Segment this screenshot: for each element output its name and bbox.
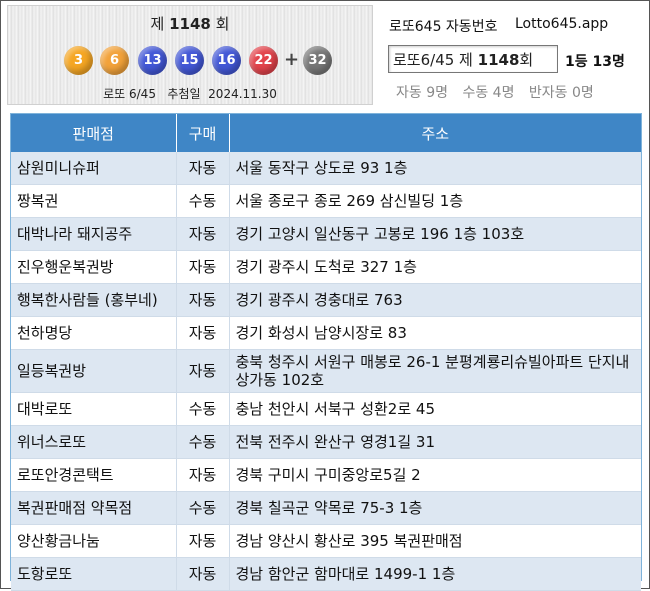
- number-ball: 3: [64, 46, 93, 75]
- draw-date-line: 로또 6/45 추첨일 2024.11.30: [8, 85, 372, 102]
- store-address: 서울 종로구 종로 269 삼신빌딩 1층: [229, 184, 641, 218]
- number-ball: 22: [249, 46, 278, 75]
- round-select-field[interactable]: 로또6/45 제 1148회: [388, 45, 558, 73]
- column-header-type: 구매: [176, 114, 230, 152]
- store-name: 대박로또: [11, 392, 177, 426]
- store-address: 충북 청주시 서원구 매봉로 26-1 분평계룡리슈빌아파트 단지내 상가동 1…: [229, 349, 641, 393]
- store-address: 경기 화성시 남양시장로 83: [229, 316, 641, 350]
- number-ball: 13: [138, 46, 167, 75]
- number-ball: 16: [212, 46, 241, 75]
- round-prefix: 제: [150, 15, 165, 33]
- store-address: 경북 칠곡군 약목로 75-3 1층: [229, 491, 641, 525]
- store-name: 천하명당: [11, 316, 177, 350]
- table-row[interactable]: 일등복권방 자동 충북 청주시 서원구 매봉로 26-1 분평계룡리슈빌아파트 …: [11, 349, 641, 393]
- table-row[interactable]: 복권판매점 약목점 수동 경북 칠곡군 약목로 75-3 1층: [11, 491, 641, 525]
- store-name: 삼원미니슈퍼: [11, 152, 177, 185]
- app-title: 로또645 자동번호: [389, 19, 498, 35]
- plus-sign: +: [284, 49, 300, 70]
- store-name: 도항로또: [11, 557, 177, 591]
- store-name: 양산황금나눔: [11, 524, 177, 558]
- store-address: 충남 천안시 서북구 성환2로 45: [229, 392, 641, 426]
- store-address: 경남 양산시 황산로 395 복권판매점: [229, 524, 641, 558]
- manual-count: 수동 4명: [462, 85, 515, 101]
- purchase-type: 자동: [176, 349, 230, 393]
- store-address: 서울 동작구 상도로 93 1층: [229, 152, 641, 185]
- purchase-type: 자동: [176, 152, 230, 185]
- table-header-row: 판매점 구매 주소: [11, 114, 641, 152]
- winner-store-table: 판매점 구매 주소 삼원미니슈퍼 자동 서울 동작구 상도로 93 1층 짱복권…: [10, 113, 642, 591]
- draw-result-panel: 제 1148 회 3 6 13 15 16 22 + 32 로또 6/45 추첨…: [7, 5, 373, 105]
- round-field-prefix: 로또6/45 제: [393, 51, 473, 69]
- store-address: 경기 광주시 도척로 327 1층: [229, 250, 641, 284]
- store-name: 복권판매점 약목점: [11, 491, 177, 525]
- purchase-type: 자동: [176, 458, 230, 492]
- first-prize-count: 1등 13명: [565, 54, 625, 70]
- table-row[interactable]: 대박로또 수동 충남 천안시 서북구 성환2로 45: [11, 392, 641, 426]
- store-address: 경기 고양시 일산동구 고봉로 196 1층 103호: [229, 217, 641, 251]
- draw-round-title: 제 1148 회: [8, 13, 372, 34]
- column-header-address: 주소: [229, 114, 641, 152]
- purchase-type: 자동: [176, 250, 230, 284]
- table-row[interactable]: 짱복권 수동 서울 종로구 종로 269 삼신빌딩 1층: [11, 184, 641, 218]
- round-field-suffix: 회: [519, 51, 534, 69]
- purchase-type: 자동: [176, 283, 230, 317]
- purchase-type: 자동: [176, 557, 230, 591]
- purchase-type: 자동: [176, 217, 230, 251]
- store-address: 전북 전주시 완산구 영경1길 31: [229, 425, 641, 459]
- table-row[interactable]: 삼원미니슈퍼 자동 서울 동작구 상도로 93 1층: [11, 152, 641, 185]
- table-row[interactable]: 천하명당 자동 경기 화성시 남양시장로 83: [11, 316, 641, 350]
- store-name: 로또안경콘택트: [11, 458, 177, 492]
- store-name: 행복한사람들 (홍부네): [11, 283, 177, 317]
- semi-auto-count: 반자동 0명: [528, 85, 594, 101]
- store-address: 경북 구미시 구미중앙로5길 2: [229, 458, 641, 492]
- store-name: 위너스로또: [11, 425, 177, 459]
- purchase-type: 자동: [176, 316, 230, 350]
- purchase-type: 자동: [176, 524, 230, 558]
- round-field-number: 1148: [477, 51, 520, 69]
- table-row[interactable]: 로또안경콘택트 자동 경북 구미시 구미중앙로5길 2: [11, 458, 641, 492]
- app-domain[interactable]: Lotto645.app: [515, 16, 608, 32]
- table-row[interactable]: 진우행운복권방 자동 경기 광주시 도척로 327 1층: [11, 250, 641, 284]
- purchase-type: 수동: [176, 491, 230, 525]
- table-row[interactable]: 위너스로또 수동 전북 전주시 완산구 영경1길 31: [11, 425, 641, 459]
- table-row[interactable]: 대박나라 돼지공주 자동 경기 고양시 일산동구 고봉로 196 1층 103호: [11, 217, 641, 251]
- purchase-type: 수동: [176, 184, 230, 218]
- table-row[interactable]: 양산황금나눔 자동 경남 양산시 황산로 395 복권판매점: [11, 524, 641, 558]
- bonus-ball: 32: [303, 46, 332, 75]
- winner-type-stats: 자동 9명 수동 4명 반자동 0명: [396, 82, 604, 102]
- table-row[interactable]: 행복한사람들 (홍부네) 자동 경기 광주시 경충대로 763: [11, 283, 641, 317]
- draw-date: 2024.11.30: [208, 87, 277, 101]
- store-name: 일등복권방: [11, 349, 177, 393]
- app-window: 제 1148 회 3 6 13 15 16 22 + 32 로또 6/45 추첨…: [0, 0, 650, 591]
- store-name: 짱복권: [11, 184, 177, 218]
- store-name: 진우행운복권방: [11, 250, 177, 284]
- purchase-type: 수동: [176, 392, 230, 426]
- store-address: 경기 광주시 경충대로 763: [229, 283, 641, 317]
- purchase-type: 수동: [176, 425, 230, 459]
- table-row[interactable]: 도항로또 자동 경남 함안군 함마대로 1499-1 1층: [11, 557, 641, 591]
- number-ball: 15: [175, 46, 204, 75]
- store-address: 경남 함안군 함마대로 1499-1 1층: [229, 557, 641, 591]
- store-name: 대박나라 돼지공주: [11, 217, 177, 251]
- date-label: 추첨일: [167, 87, 201, 101]
- game-label: 로또 6/45: [103, 87, 156, 101]
- auto-count: 자동 9명: [396, 85, 448, 101]
- column-header-store: 판매점: [11, 114, 177, 152]
- round-number: 1148: [169, 15, 211, 33]
- number-ball: 6: [100, 46, 129, 75]
- round-suffix: 회: [215, 15, 230, 33]
